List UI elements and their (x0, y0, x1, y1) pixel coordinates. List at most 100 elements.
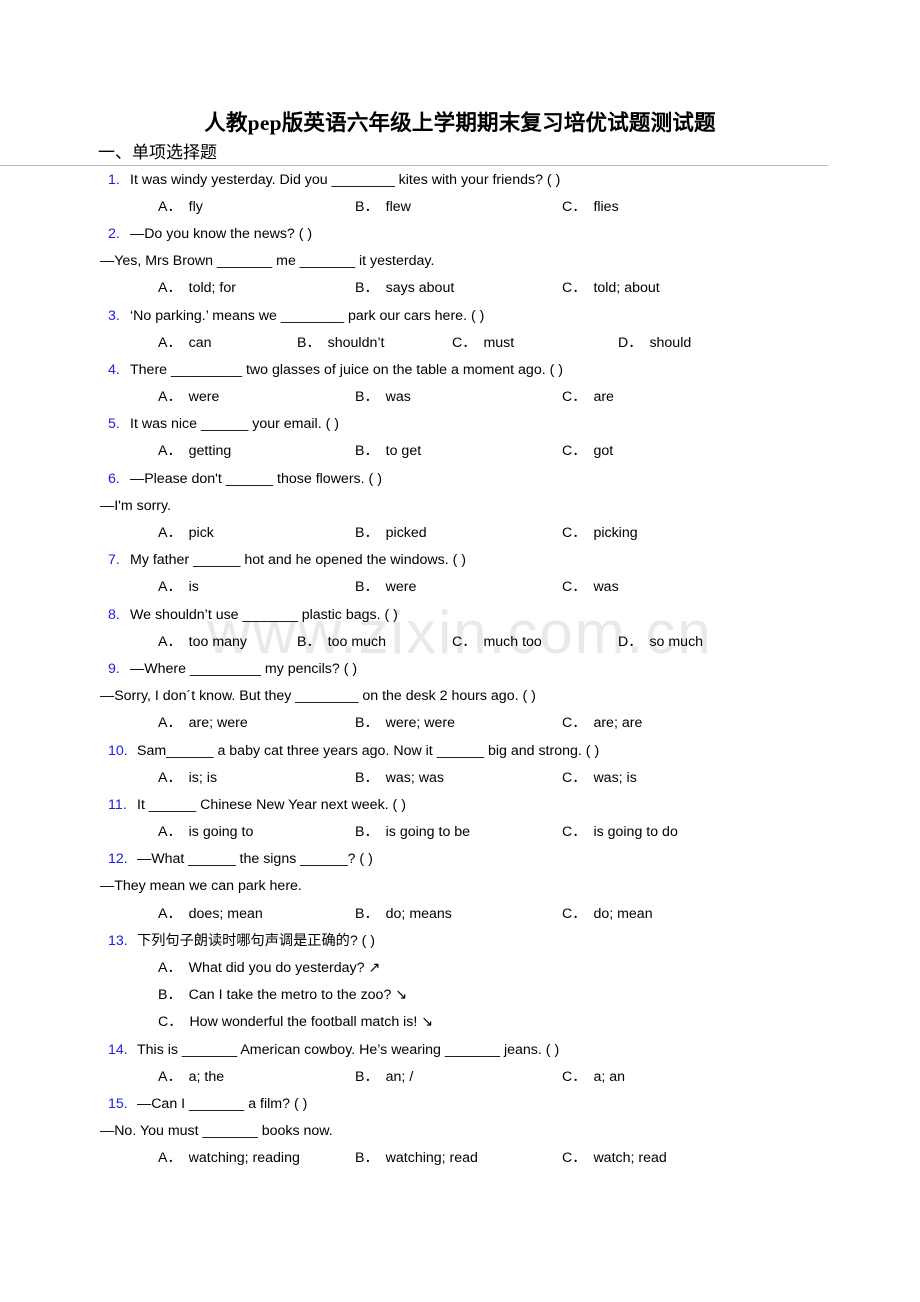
option-choice[interactable]: A． getting (158, 442, 231, 460)
option-label: C． (452, 334, 477, 351)
question-block: 10. Sam______ a baby cat three years ago.… (0, 737, 920, 791)
options-row: A． are; were B． were; were C． are; are (0, 710, 920, 737)
option-choice[interactable]: B． picked (355, 524, 427, 542)
option-text: watch; read (593, 1150, 667, 1167)
option-choice[interactable]: A． pick (158, 524, 214, 542)
option-choice[interactable]: B． do; means (355, 905, 452, 923)
option-label: A． (158, 960, 182, 977)
options-row: A． were B． was C． are (0, 384, 920, 411)
option-choice[interactable]: C． got (562, 442, 613, 460)
option-choice[interactable]: C． a; an (562, 1068, 625, 1086)
option-choice[interactable]: B． were (355, 578, 416, 596)
question-number: 11. (108, 796, 127, 813)
question-number: 5. (108, 416, 120, 433)
option-choice[interactable]: C． do; mean (562, 905, 653, 923)
option-row[interactable]: B． Can I take the metro to the zoo? ↘ (158, 982, 920, 1009)
option-choice[interactable]: C． are (562, 388, 614, 406)
option-choice[interactable]: C． was (562, 578, 619, 596)
option-choice[interactable]: C． picking (562, 524, 638, 542)
option-label: A． (158, 334, 182, 351)
option-choice[interactable]: B． an; / (355, 1068, 413, 1086)
option-choice[interactable]: B． too much (297, 633, 386, 651)
question-number: 9. (108, 660, 120, 677)
question-continuation: —Sorry, I don´t know. But they ________ … (100, 688, 536, 705)
option-label: A． (158, 905, 182, 922)
option-choice[interactable]: A． is; is (158, 769, 217, 787)
option-choice[interactable]: B． was (355, 388, 411, 406)
option-label: A． (158, 824, 182, 841)
option-text: too much (327, 633, 387, 650)
question-continuation: —Yes, Mrs Brown _______ me _______ it ye… (100, 253, 435, 270)
option-row[interactable]: C． How wonderful the football match is! ↘ (158, 1009, 920, 1036)
option-text: What did you do yesterday? ↗ (188, 960, 381, 977)
question-stem-row: 1. It was windy yesterday. Did you ______… (108, 166, 920, 193)
options-row: A． a; the B． an; / C． a; an (0, 1063, 920, 1090)
option-choice[interactable]: C． is going to do (562, 823, 678, 841)
option-choice[interactable]: B． to get (355, 442, 421, 460)
question-stem-row: 10. Sam______ a baby cat three years ago.… (108, 737, 920, 764)
option-choice[interactable]: B． says about (355, 279, 454, 297)
option-choice[interactable]: A． a; the (158, 1068, 224, 1086)
option-choice[interactable]: B． watching; read (355, 1149, 478, 1167)
option-label: C． (562, 905, 587, 922)
option-text: was (593, 579, 619, 596)
option-choice[interactable]: D． should (618, 334, 691, 352)
option-label: A． (158, 1150, 182, 1167)
option-choice[interactable]: A． were (158, 388, 219, 406)
page-title: 人教pep版英语六年级上学期期末复习培优试题测试题 (204, 111, 716, 135)
option-text: should (649, 334, 692, 351)
option-label: A． (158, 525, 182, 542)
question-block: 13. 下列句子朗读时哪句声调是正确的? ( ) A． What did you do… (0, 927, 920, 1036)
option-text: flies (593, 198, 619, 215)
question-stem-row: 13. 下列句子朗读时哪句声调是正确的? ( ) (108, 927, 920, 954)
option-choice[interactable]: C． flies (562, 198, 619, 216)
question-block: 1. It was windy yesterday. Did you ______… (0, 166, 920, 220)
option-label: A． (158, 769, 182, 786)
option-choice[interactable]: B． flew (355, 198, 411, 216)
option-choice[interactable]: D． so much (618, 633, 703, 651)
option-text: picking (593, 525, 638, 542)
option-label: B． (355, 389, 379, 406)
option-choice[interactable]: C． watch; read (562, 1149, 667, 1167)
option-choice[interactable]: A． can (158, 334, 212, 352)
option-choice[interactable]: B． is going to be (355, 823, 470, 841)
option-choice[interactable]: B． were; were (355, 714, 455, 732)
option-choice[interactable]: A． told; for (158, 279, 236, 297)
option-label: B． (355, 525, 379, 542)
question-block: 6. —Please don't ______ those flowers. ( … (0, 465, 920, 547)
option-choice[interactable]: A． too many (158, 633, 247, 651)
question-block: 2. —Do you know the news? ( ) —Yes, Mrs Br… (0, 220, 920, 302)
option-row[interactable]: A． What did you do yesterday? ↗ (158, 954, 920, 981)
option-choice[interactable]: C． told; about (562, 279, 660, 297)
option-text: pick (188, 525, 214, 542)
option-label: B． (355, 905, 379, 922)
question-text: —Can I _______ a film? ( ) (137, 1095, 308, 1112)
option-choice[interactable]: A． does; mean (158, 905, 263, 923)
question-stem-row: 7. My father ______ hot and he opened the… (108, 547, 920, 574)
option-text: does; mean (188, 905, 263, 922)
option-choice[interactable]: C． must (452, 334, 514, 352)
option-text: Can I take the metro to the zoo? ↘ (188, 987, 408, 1004)
question-block: 3. ‘No parking.’ means we ________ park o… (0, 302, 920, 356)
option-choice[interactable]: C． was; is (562, 769, 637, 787)
option-choice[interactable]: C． are; are (562, 714, 642, 732)
question-number: 15. (108, 1095, 128, 1112)
option-choice[interactable]: A． watching; reading (158, 1149, 300, 1167)
options-row: A． too many B． too much C． much too D． so much (0, 628, 920, 655)
option-text: are; were (188, 715, 248, 732)
option-choice[interactable]: A． is (158, 578, 199, 596)
question-text: It was windy yesterday. Did you ________… (130, 171, 561, 188)
option-choice[interactable]: A． fly (158, 198, 203, 216)
option-choice[interactable]: B． was; was (355, 769, 444, 787)
option-choice[interactable]: A． is going to (158, 823, 253, 841)
option-choice[interactable]: B． shouldn’t (297, 334, 384, 352)
question-stem-row: 6. —Please don't ______ those flowers. ( … (108, 465, 920, 492)
question-text: This is _______ American cowboy. He’s we… (137, 1041, 560, 1058)
option-label: C． (562, 389, 587, 406)
option-choice[interactable]: A． are; were (158, 714, 248, 732)
option-label: A． (158, 443, 182, 460)
option-label: C． (562, 824, 587, 841)
question-block: 9. —Where _________ my pencils? ( ) —Sorry… (0, 655, 920, 737)
option-choice[interactable]: C． much too (452, 633, 542, 651)
question-number: 14. (108, 1041, 128, 1058)
